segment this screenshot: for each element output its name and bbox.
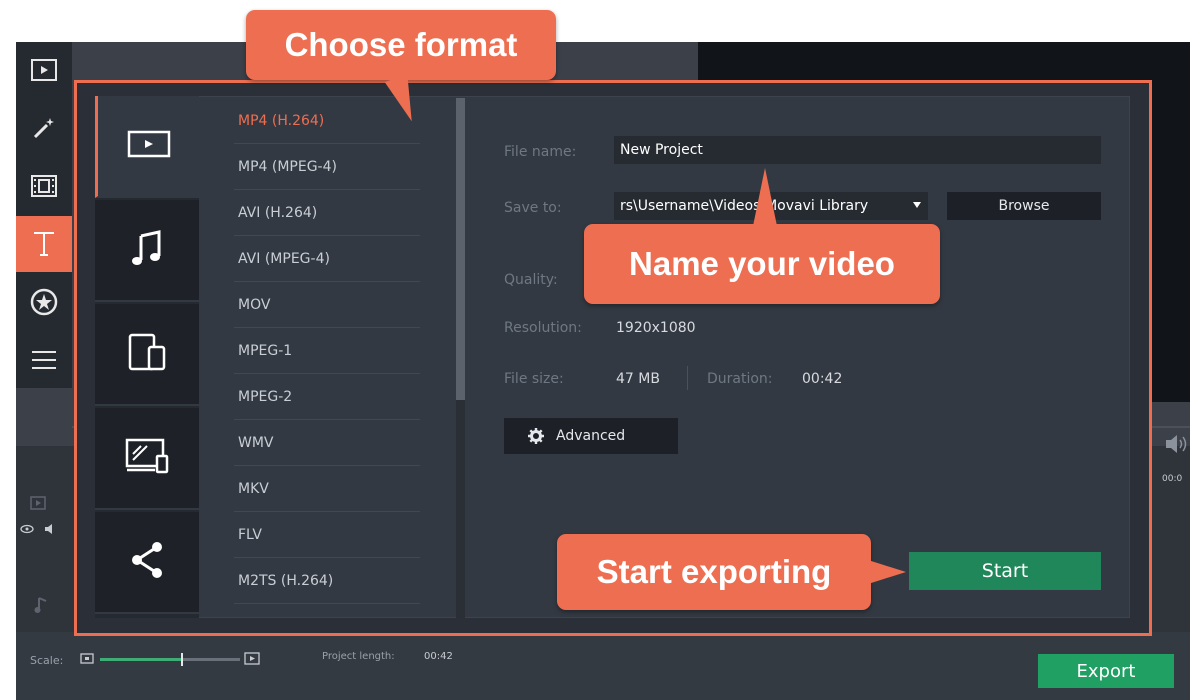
eye-icon[interactable] xyxy=(20,524,34,534)
save-to-path: rs\Username\Videos\Movavi Library xyxy=(620,198,869,214)
gear-icon xyxy=(528,428,544,444)
file-name-label: File name: xyxy=(504,144,577,160)
filmstrip-icon xyxy=(31,175,57,197)
info-divider xyxy=(687,366,688,390)
film-icon xyxy=(31,59,57,81)
export-category-devices[interactable] xyxy=(95,304,199,406)
chevron-down-icon[interactable] xyxy=(913,202,921,208)
file-size-label: File size: xyxy=(504,371,564,387)
volume-icon[interactable] xyxy=(44,524,56,534)
start-exporting-arrow xyxy=(868,560,906,584)
format-list-scrollbar[interactable] xyxy=(456,98,465,400)
magic-wand-icon xyxy=(33,118,54,139)
video-icon xyxy=(127,129,171,163)
zoom-out-icon[interactable] xyxy=(80,653,94,664)
text-icon xyxy=(34,232,54,256)
name-video-callout: Name your video xyxy=(584,224,940,304)
quality-label: Quality: xyxy=(504,272,558,288)
left-toolbar xyxy=(16,42,72,388)
format-item[interactable]: MP4 (MPEG-4) xyxy=(234,144,420,190)
music-track-icon xyxy=(34,597,47,613)
project-length-value: 00:42 xyxy=(424,651,453,662)
advanced-button[interactable]: Advanced xyxy=(504,418,678,454)
preview-volume-icon[interactable] xyxy=(1164,434,1188,454)
browse-button[interactable]: Browse xyxy=(947,192,1101,220)
scale-label: Scale: xyxy=(30,654,64,667)
project-length-label: Project length: xyxy=(322,651,395,662)
duration-label: Duration: xyxy=(707,371,773,387)
file-name-input[interactable]: New Project xyxy=(614,136,1101,164)
format-list: MP4 (H.264) MP4 (MPEG-4) AVI (H.264) AVI (M… xyxy=(234,98,420,604)
toolbar-transitions-button[interactable] xyxy=(16,158,72,214)
star-circle-icon xyxy=(30,288,58,316)
list-icon xyxy=(32,351,56,369)
toolbar-stickers-button[interactable] xyxy=(16,274,72,330)
toolbar-filters-button[interactable] xyxy=(16,100,72,156)
format-item[interactable]: WMV xyxy=(234,420,420,466)
zoom-in-icon[interactable] xyxy=(244,652,260,665)
music-icon xyxy=(131,230,163,270)
start-exporting-callout: Start exporting xyxy=(557,534,871,610)
toolbar-import-button[interactable] xyxy=(16,42,72,98)
export-category-tv[interactable] xyxy=(95,408,199,510)
format-item[interactable]: MPEG-1 xyxy=(234,328,420,374)
start-button[interactable]: Start xyxy=(909,552,1101,590)
save-to-label: Save to: xyxy=(504,200,562,216)
format-item[interactable]: MPEG-2 xyxy=(234,374,420,420)
format-item[interactable]: AVI (H.264) xyxy=(234,190,420,236)
resolution-value: 1920x1080 xyxy=(616,320,696,336)
format-item[interactable]: MOV xyxy=(234,282,420,328)
export-category-video[interactable] xyxy=(95,96,199,198)
tv-icon xyxy=(125,438,169,478)
advanced-label: Advanced xyxy=(556,428,626,444)
file-size-value: 47 MB xyxy=(616,371,660,387)
format-item[interactable]: MKV xyxy=(234,466,420,512)
format-item[interactable]: FLV xyxy=(234,512,420,558)
toolbar-more-button[interactable] xyxy=(16,332,72,388)
devices-icon xyxy=(127,333,167,375)
format-item[interactable]: AVI (MPEG-4) xyxy=(234,236,420,282)
choose-format-callout: Choose format xyxy=(246,10,556,80)
toolbar-titles-button[interactable] xyxy=(16,216,72,272)
resolution-label: Resolution: xyxy=(504,320,582,336)
export-category-share[interactable] xyxy=(95,512,199,614)
format-item[interactable]: M2TS (H.264) xyxy=(234,558,420,604)
scale-slider[interactable] xyxy=(100,653,240,666)
share-icon xyxy=(129,540,165,584)
scale-slider-handle[interactable] xyxy=(181,653,184,666)
bottom-bar xyxy=(16,632,1190,700)
export-category-list xyxy=(95,96,199,618)
timeline-time-mark: 00:0 xyxy=(1162,474,1183,484)
export-category-music[interactable] xyxy=(95,200,199,302)
scale-slider-fill xyxy=(100,658,182,661)
name-video-arrow xyxy=(753,168,777,226)
duration-value: 00:42 xyxy=(802,371,843,387)
export-button[interactable]: Export xyxy=(1038,654,1174,688)
video-track-icon xyxy=(30,496,46,510)
